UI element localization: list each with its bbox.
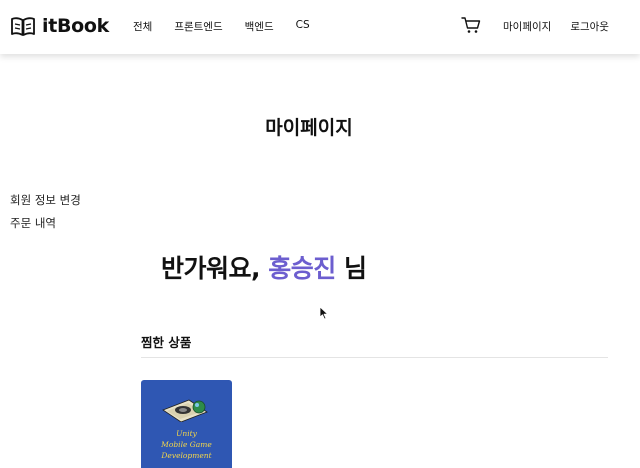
cart-icon[interactable]	[461, 16, 481, 34]
category-nav: 전체 프론트엔드 백엔드 CS	[133, 19, 332, 34]
book-cover-line: Development	[161, 451, 212, 460]
page-title: 마이페이지	[265, 117, 353, 139]
open-book-icon	[11, 17, 35, 36]
sidebar-item-order-history[interactable]: 주문 내역	[10, 216, 81, 239]
nav-item-all[interactable]: 전체	[133, 19, 152, 34]
book-cover-line: Unity	[176, 429, 197, 438]
greeting-suffix: 님	[343, 254, 367, 283]
logout-link[interactable]: 로그아웃	[570, 19, 609, 34]
user-name: 홍승진	[268, 254, 336, 283]
itbook-logo[interactable]: itBook	[10, 12, 109, 40]
account-links: 마이페이지 로그아웃	[503, 19, 609, 34]
wishlist-book-card[interactable]: Unity Mobile Game Development	[141, 380, 232, 468]
greeting-message: 반가워요, 홍승진 님	[161, 249, 367, 285]
nav-item-cs[interactable]: CS	[296, 19, 310, 34]
mypage-link[interactable]: 마이페이지	[503, 19, 551, 34]
logo-text: itBook	[42, 15, 110, 37]
mouse-cursor-icon	[319, 306, 328, 320]
book-cover-illustration	[162, 399, 208, 422]
sidebar-item-edit-profile[interactable]: 회원 정보 변경	[10, 193, 81, 216]
nav-item-backend[interactable]: 백엔드	[245, 19, 274, 34]
wishlist-title: 찜한 상품	[141, 335, 192, 350]
book-cover-text: Unity Mobile Game Development	[141, 428, 232, 461]
top-navigation-bar: itBook 전체 프론트엔드 백엔드 CS 마이페이지 로그아웃	[0, 0, 640, 54]
section-divider	[141, 357, 608, 358]
book-cover-line: Mobile Game	[161, 440, 212, 449]
greeting-prefix: 반가워요,	[161, 254, 261, 283]
nav-item-frontend[interactable]: 프론트엔드	[174, 19, 222, 34]
mypage-sidebar: 회원 정보 변경 주문 내역	[10, 193, 81, 239]
